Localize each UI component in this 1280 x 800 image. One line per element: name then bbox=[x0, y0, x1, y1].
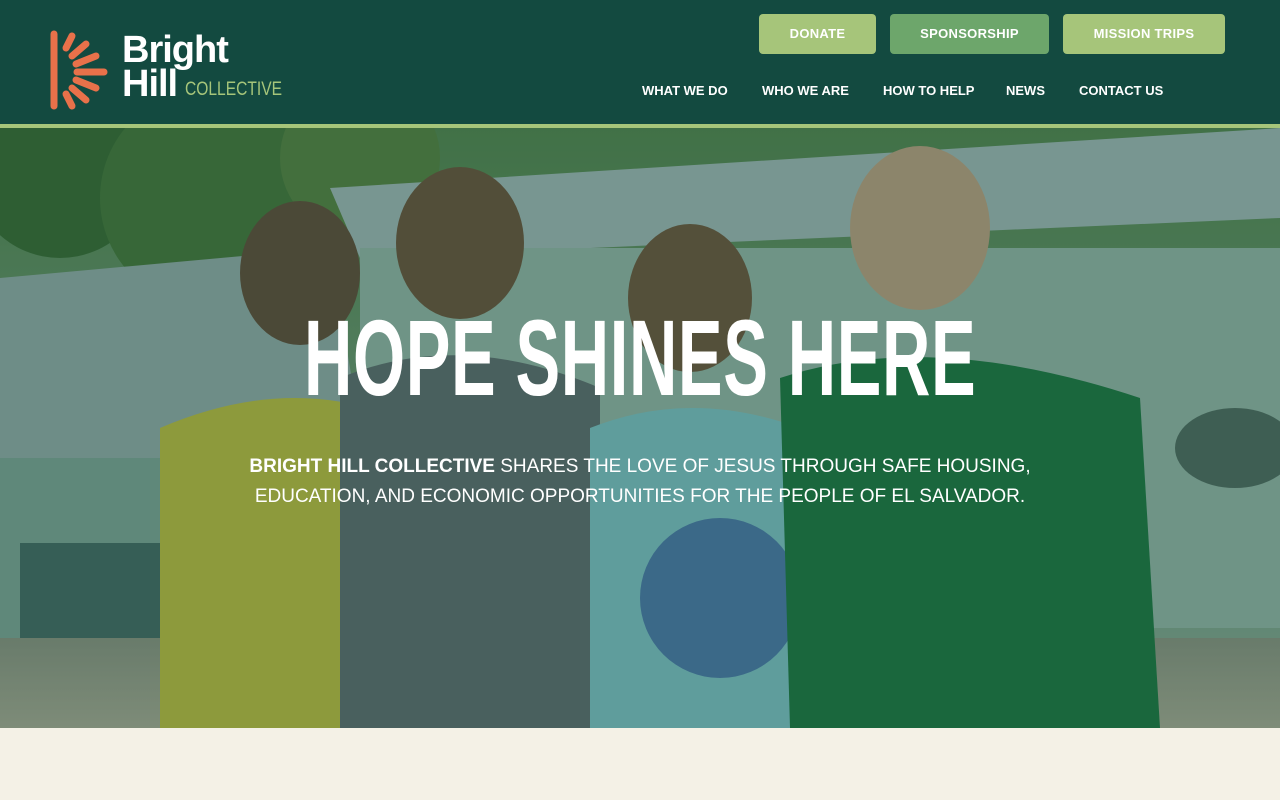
hero-overlay bbox=[0, 128, 1280, 728]
site-header: Bright Hill COLLECTIVE DONATE SPONSORSHI… bbox=[0, 0, 1280, 124]
sunburst-icon bbox=[50, 30, 108, 110]
logo-text-hill: Hill bbox=[122, 63, 178, 105]
page-content-area bbox=[0, 728, 1280, 800]
hero-section: HOPE SHINES HERE BRIGHT HILL COLLECTIVE … bbox=[0, 128, 1280, 728]
donate-button[interactable]: DONATE bbox=[759, 14, 876, 54]
hero-headline: HOPE SHINES HERE bbox=[0, 300, 1280, 416]
nav-item-contact-us[interactable]: CONTACT US bbox=[1079, 82, 1163, 100]
hero-headline-text: HOPE SHINES HERE bbox=[303, 297, 977, 418]
logo-text-collective: COLLECTIVE bbox=[185, 79, 282, 100]
sponsorship-button[interactable]: SPONSORSHIP bbox=[890, 14, 1049, 54]
nav-item-who-we-are[interactable]: WHO WE ARE bbox=[762, 82, 849, 100]
site-logo[interactable]: Bright Hill COLLECTIVE bbox=[48, 28, 282, 112]
nav-item-news[interactable]: NEWS bbox=[1006, 82, 1045, 100]
hero-tagline-org: BRIGHT HILL COLLECTIVE bbox=[249, 456, 495, 477]
hero-tagline: BRIGHT HILL COLLECTIVE SHARES THE LOVE O… bbox=[240, 452, 1040, 512]
nav-item-what-we-do[interactable]: WHAT WE DO bbox=[642, 82, 728, 100]
nav-item-how-to-help[interactable]: HOW TO HELP bbox=[883, 82, 974, 100]
mission-trips-button[interactable]: MISSION TRIPS bbox=[1063, 14, 1225, 54]
